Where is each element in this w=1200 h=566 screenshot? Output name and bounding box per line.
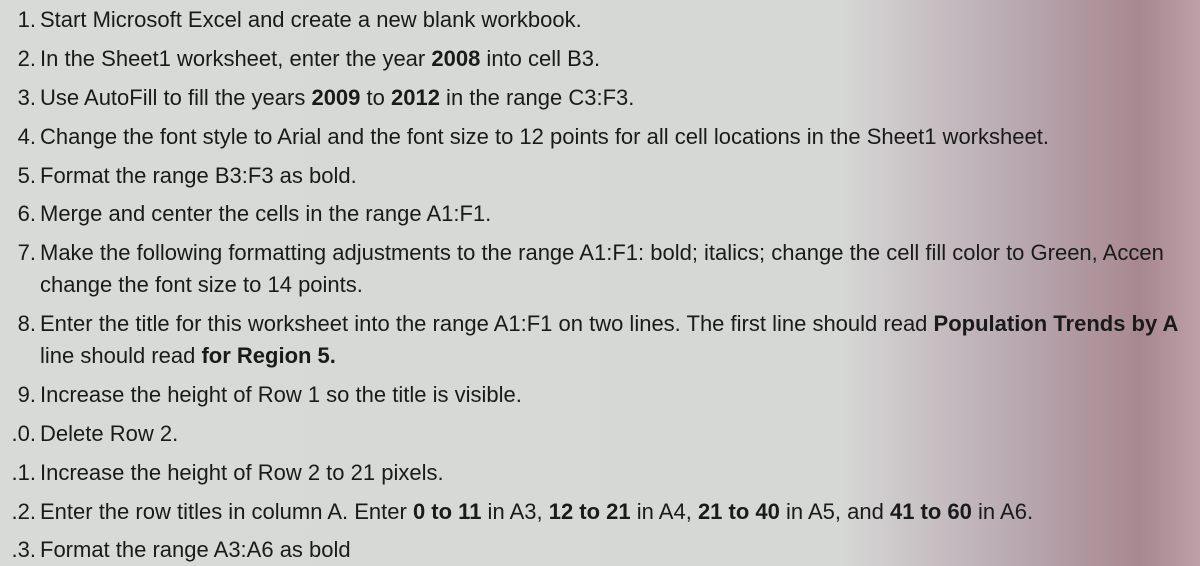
text: Enter the row titles in column A. Enter [40, 499, 413, 524]
text: Delete Row 2. [40, 421, 178, 446]
text: in the range C3:F3. [440, 85, 634, 110]
instruction-item: 2.In the Sheet1 worksheet, enter the yea… [8, 43, 1200, 75]
instruction-item: 4.Change the font style to Arial and the… [8, 121, 1200, 153]
text: Increase the height of Row 1 so the titl… [40, 382, 522, 407]
text: In the Sheet1 worksheet, enter the year [40, 46, 431, 71]
item-content: Merge and center the cells in the range … [40, 201, 491, 226]
text: Make the following formatting adjustment… [40, 240, 1164, 265]
text: Enter the title for this worksheet into … [40, 311, 934, 336]
text: in A5, and [780, 499, 890, 524]
instruction-item: 8.Enter the title for this worksheet int… [8, 308, 1200, 372]
text: Format the range A3:A6 as bold [40, 537, 351, 562]
item-number: 2. [8, 43, 36, 75]
instruction-item: .0.Delete Row 2. [8, 418, 1200, 450]
instruction-item: 1.Start Microsoft Excel and create a new… [8, 4, 1200, 36]
bold-text: 2009 [311, 85, 360, 110]
item-content: Increase the height of Row 2 to 21 pixel… [40, 460, 444, 485]
item-continuation: line should read for Region 5. [40, 340, 1200, 372]
item-number: .1. [8, 457, 36, 489]
text: Format the range B3:F3 as bold. [40, 163, 357, 188]
item-content: Use AutoFill to fill the years 2009 to 2… [40, 85, 634, 110]
item-content: Increase the height of Row 1 so the titl… [40, 382, 522, 407]
bold-text: Population Trends by A [934, 311, 1179, 336]
instruction-item: 9.Increase the height of Row 1 so the ti… [8, 379, 1200, 411]
item-number: 9. [8, 379, 36, 411]
item-number: .0. [8, 418, 36, 450]
item-number: 3. [8, 82, 36, 114]
text: to [360, 85, 391, 110]
bold-text: 0 to 11 [413, 499, 481, 524]
bold-text: 2012 [391, 85, 440, 110]
instruction-item: 5.Format the range B3:F3 as bold. [8, 160, 1200, 192]
item-continuation: change the font size to 14 points. [40, 269, 1200, 301]
text: in A6. [972, 499, 1033, 524]
text: Increase the height of Row 2 to 21 pixel… [40, 460, 444, 485]
bold-text: 12 to 21 [549, 499, 631, 524]
item-content: Make the following formatting adjustment… [40, 240, 1200, 301]
item-content: Format the range A3:A6 as bold [40, 537, 351, 562]
text: into cell B3. [480, 46, 600, 71]
text: Use AutoFill to fill the years [40, 85, 311, 110]
item-content: Change the font style to Arial and the f… [40, 124, 1049, 149]
bold-text: 41 to 60 [890, 499, 972, 524]
text: line should read [40, 343, 201, 368]
item-number: .2. [8, 496, 36, 528]
instruction-item: .2.Enter the row titles in column A. Ent… [8, 496, 1200, 528]
item-number: 1. [8, 4, 36, 36]
instruction-list: 1.Start Microsoft Excel and create a new… [8, 4, 1200, 566]
item-number: 4. [8, 121, 36, 153]
instruction-item: .1.Increase the height of Row 2 to 21 pi… [8, 457, 1200, 489]
item-number: 6. [8, 198, 36, 230]
instruction-item: 6.Merge and center the cells in the rang… [8, 198, 1200, 230]
item-content: Delete Row 2. [40, 421, 178, 446]
item-number: .3. [8, 534, 36, 566]
text: Change the font style to Arial and the f… [40, 124, 1049, 149]
text: in A3, [481, 499, 548, 524]
bold-text: 2008 [431, 46, 480, 71]
instruction-item: 3.Use AutoFill to fill the years 2009 to… [8, 82, 1200, 114]
item-number: 5. [8, 160, 36, 192]
text: Merge and center the cells in the range … [40, 201, 491, 226]
instruction-item: .3.Format the range A3:A6 as bold [8, 534, 1200, 566]
text: Start Microsoft Excel and create a new b… [40, 7, 582, 32]
item-number: 8. [8, 308, 36, 340]
item-content: Enter the title for this worksheet into … [40, 311, 1200, 372]
text: in A4, [631, 499, 698, 524]
bold-text: 21 to 40 [698, 499, 780, 524]
bold-text: for Region 5. [201, 343, 335, 368]
item-number: 7. [8, 237, 36, 269]
item-content: Enter the row titles in column A. Enter … [40, 499, 1033, 524]
item-content: Format the range B3:F3 as bold. [40, 163, 357, 188]
item-content: Start Microsoft Excel and create a new b… [40, 7, 582, 32]
text: change the font size to 14 points. [40, 272, 363, 297]
instruction-item: 7.Make the following formatting adjustme… [8, 237, 1200, 301]
item-content: In the Sheet1 worksheet, enter the year … [40, 46, 600, 71]
